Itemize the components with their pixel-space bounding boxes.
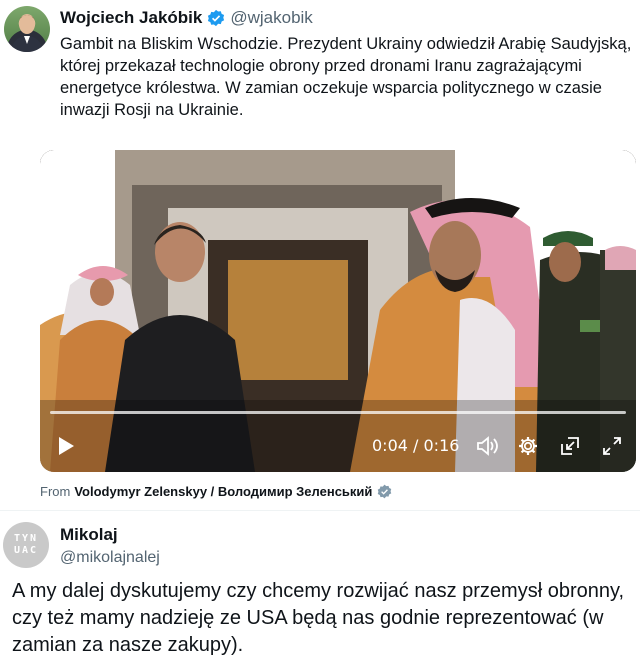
author-handle[interactable]: @mikolajnalej [60, 549, 160, 567]
video-controls [40, 428, 636, 464]
pip-icon[interactable] [555, 428, 585, 464]
play-icon[interactable] [50, 428, 82, 464]
from-prefix: From [40, 484, 71, 499]
progress-track[interactable] [50, 411, 626, 414]
source-account-link[interactable]: Volodymyr Zelenskyy / Володимир Зеленськ… [74, 484, 372, 499]
settings-icon[interactable] [513, 428, 543, 464]
author-name[interactable]: Mikolaj [60, 525, 118, 545]
fullscreen-icon[interactable] [597, 428, 627, 464]
reply-text: A my dalej dyskutujemy czy chcemy rozwij… [12, 580, 625, 656]
video-player[interactable]: 0:04 / 0:16 [40, 150, 636, 472]
divider [0, 510, 640, 511]
time-current: 0:04 [372, 436, 408, 455]
video-source: From Volodymyr Zelenskyy / Володимир Зел… [40, 484, 392, 499]
post-text: Gambit na Bliskim Wschodzie. Prezydent U… [60, 35, 632, 119]
verified-badge-icon [377, 484, 392, 499]
time-separator: / [407, 436, 424, 455]
avatar-text: TYN UAC [13, 533, 39, 556]
video-frame [40, 150, 636, 472]
post-header: Wojciech Jakóbik @wjakobik [60, 7, 313, 29]
author-handle[interactable]: @wjakobik [230, 8, 312, 28]
author-name[interactable]: Wojciech Jakóbik [60, 8, 202, 28]
avatar[interactable] [4, 6, 50, 52]
time-total: 0:16 [423, 436, 460, 455]
video-timecode: 0:04 / 0:16 [372, 436, 459, 455]
verified-badge-icon [207, 9, 225, 27]
volume-icon[interactable] [472, 428, 502, 464]
avatar[interactable]: TYN UAC [3, 522, 49, 568]
